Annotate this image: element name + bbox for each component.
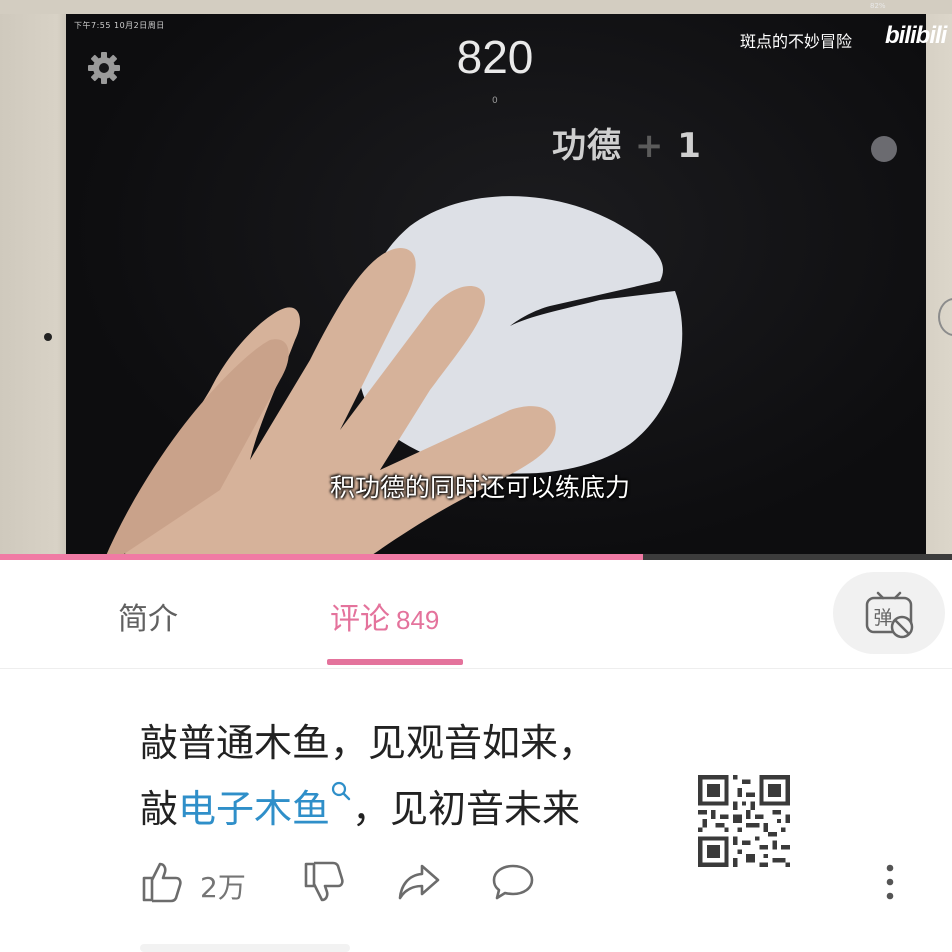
merit-label: 功德 — [552, 126, 622, 166]
bilibili-logo: bilibili — [885, 22, 947, 49]
video-player[interactable]: 下午7:55 10月2日周日 82% 820 0 功德 + 1 斑点的不妙冒险 … — [0, 0, 952, 560]
danmaku-off-icon: 弹 — [865, 591, 914, 639]
svg-text:弹: 弹 — [873, 607, 892, 629]
search-link-text: 电子木鱼 — [178, 787, 331, 831]
merit-plus-one: 功德 + 1 — [552, 118, 702, 167]
tablet-battery: 82% — [870, 2, 886, 10]
tab-comments-label: 评论 — [330, 602, 390, 637]
search-icon — [331, 781, 351, 801]
qr-code-image[interactable] — [698, 775, 790, 867]
share-icon[interactable] — [396, 860, 442, 904]
reply-comment-icon[interactable] — [490, 860, 536, 904]
tablet-status-time: 下午7:55 10月2日周日 — [74, 21, 165, 30]
thumbs-up-icon[interactable] — [140, 860, 184, 904]
gear-icon — [88, 52, 120, 84]
tab-comments[interactable]: 评论 849 — [330, 594, 439, 638]
like-count: 2万 — [200, 871, 246, 904]
search-link[interactable]: 电子木鱼 — [178, 781, 352, 831]
comment-text-line-2: 敲电子木鱼 ，见初音未来 — [140, 778, 580, 833]
danmaku-toggle-button[interactable]: 弹 — [833, 572, 945, 654]
active-tab-indicator — [327, 659, 463, 665]
comment-text-prefix: 敲 — [140, 787, 179, 831]
tab-comments-count: 849 — [396, 605, 440, 635]
comment-text-suffix: ，见初音未来 — [352, 787, 581, 831]
comment-text-line-1: 敲普通木鱼，见观音如来， — [140, 721, 597, 765]
tablet-home-button — [938, 298, 952, 336]
score-subtext: 0 — [492, 96, 498, 106]
more-options-icon[interactable] — [880, 862, 900, 902]
tab-intro[interactable]: 简介 — [118, 594, 178, 638]
video-subtitle: 积功德的同时还可以练底力 — [329, 473, 630, 502]
merit-value: 1 — [677, 126, 702, 166]
hand-photo — [104, 248, 556, 560]
tablet-camera — [44, 333, 52, 341]
next-comment-placeholder — [140, 944, 350, 952]
merit-score: 820 — [456, 31, 534, 83]
merit-plus-sign: + — [634, 126, 665, 166]
tablet-bezel — [0, 0, 952, 14]
app-dot-button — [871, 136, 897, 162]
thumbs-down-icon[interactable] — [302, 860, 346, 904]
uploader-watermark: 斑点的不妙冒险 — [740, 32, 853, 51]
